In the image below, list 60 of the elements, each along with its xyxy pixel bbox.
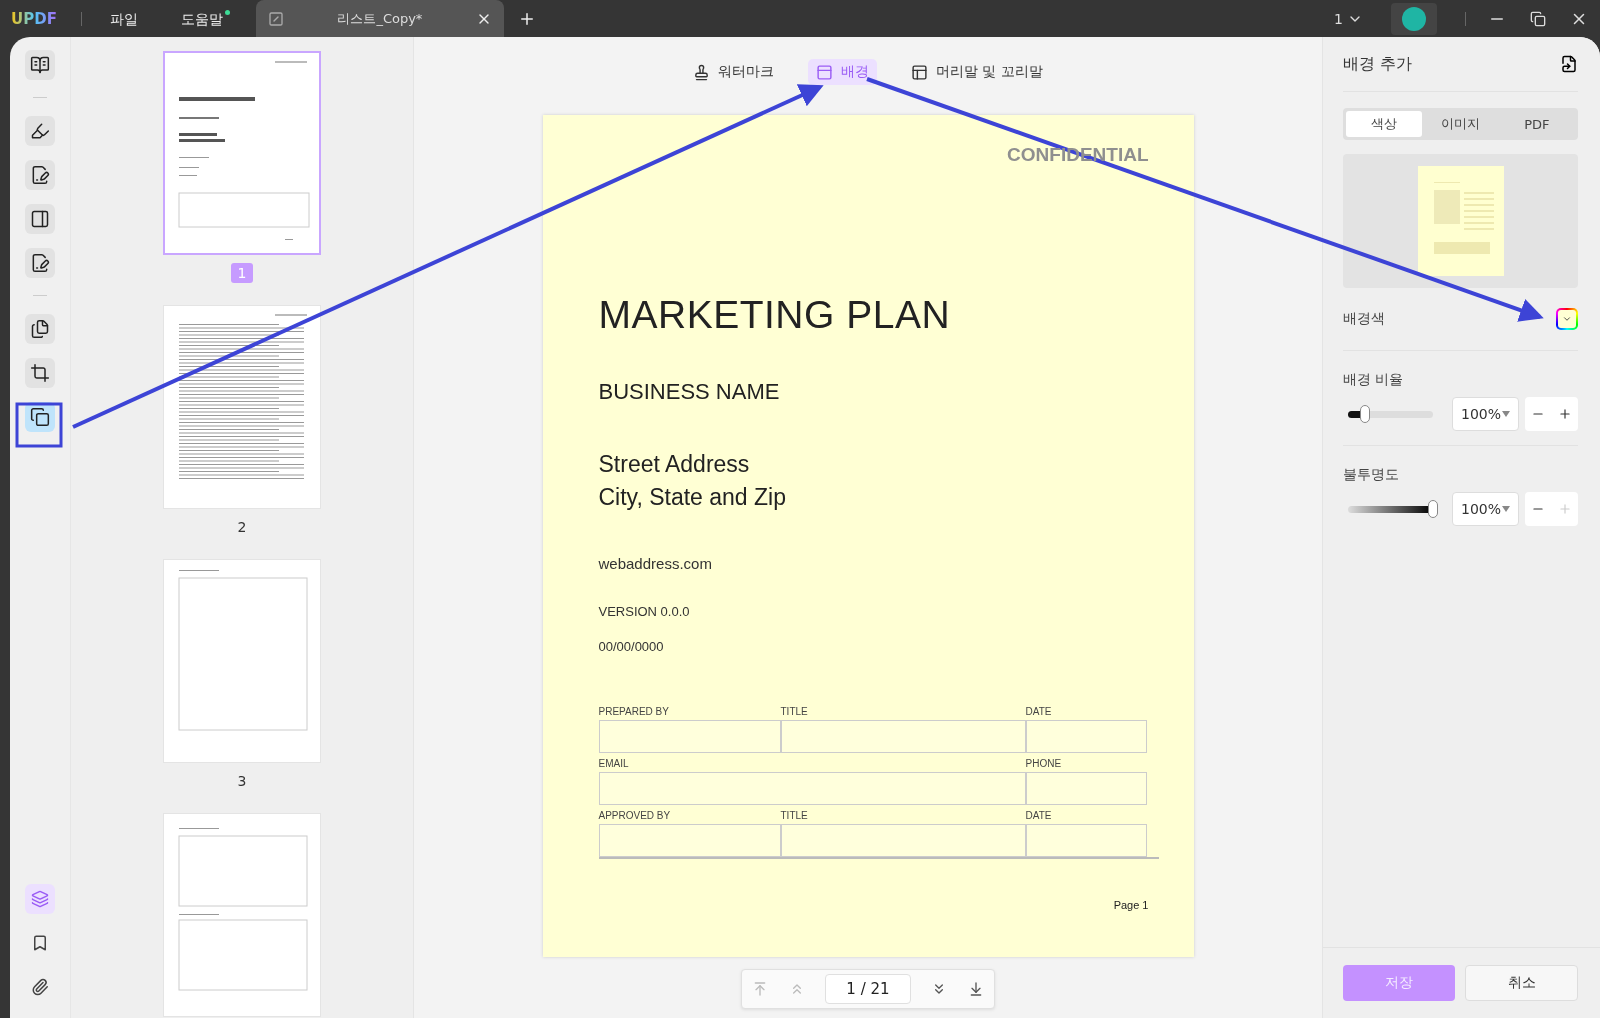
menu-item[interactable]: 파일 (109, 8, 145, 29)
document-title: MARKETING PLAN (598, 293, 952, 337)
color-picker[interactable] (1556, 308, 1578, 330)
form-label: PHONE (1025, 758, 1063, 771)
date-text: 00/00/0000 (598, 639, 665, 654)
form-label: DATE (1025, 810, 1053, 823)
web-address: webaddress.com (598, 555, 713, 572)
tab-title: 리스트_Copy* (336, 9, 424, 28)
form-label: PREPARED BY (598, 706, 670, 719)
highlighter-icon[interactable] (25, 116, 55, 146)
file-icon[interactable] (1560, 55, 1578, 73)
plus-button[interactable] (1557, 407, 1572, 421)
plus-icon (1557, 502, 1572, 516)
unsynced-icon (267, 10, 284, 27)
page-footer: Page 1 (1113, 899, 1149, 911)
color-label: 배경색 (1343, 310, 1385, 328)
book-icon[interactable] (25, 50, 55, 80)
toolbar-button[interactable]: 머리말 및 꼬리말 (903, 59, 1051, 85)
segment-tab[interactable]: 이미지 (1422, 111, 1499, 137)
highlight-frame (15, 402, 63, 448)
page-number: 3 (236, 772, 248, 791)
stacked-pages-icon[interactable] (25, 402, 55, 432)
dropdown-triangle-icon (1502, 411, 1511, 417)
panel-icon[interactable] (25, 204, 55, 234)
restore-icon[interactable] (1530, 10, 1546, 27)
avatar-button[interactable] (1391, 2, 1437, 35)
plus-icon (1557, 407, 1572, 421)
address-line: City, State and Zip (598, 484, 787, 511)
dropdown-triangle-icon (1502, 506, 1511, 512)
page-number: 2 (236, 518, 248, 537)
document-tab[interactable]: 리스트_Copy* (255, 0, 504, 37)
form-label: APPROVED BY (598, 810, 672, 823)
form-label: EMAIL (598, 758, 630, 771)
crop-icon[interactable] (25, 358, 55, 388)
page-number: 1 (231, 263, 253, 283)
stamp-icon (693, 63, 711, 81)
address-line: Street Address (598, 451, 751, 478)
form-label: TITLE (780, 810, 809, 823)
signature-icon[interactable] (25, 248, 55, 278)
opacity-label: 불투명도 (1343, 466, 1400, 484)
cancel-button[interactable]: 취소 (1465, 965, 1578, 1001)
page-field[interactable]: 1 / 21 (824, 974, 911, 1004)
toolbar-button[interactable]: 워터마크 (685, 59, 783, 85)
pages-icon[interactable] (25, 314, 55, 344)
layers-icon[interactable] (25, 884, 55, 914)
percent-select[interactable]: 100% (1452, 397, 1520, 431)
version-text: VERSION 0.0.0 (598, 604, 691, 619)
page-pen-icon[interactable] (25, 160, 55, 190)
menu-item[interactable]: 도움말 (180, 8, 230, 29)
ratio-label: 배경 비율 (1343, 371, 1405, 389)
segment-tab[interactable]: 색상 (1346, 111, 1423, 137)
form-label: TITLE (780, 706, 809, 719)
form-label: DATE (1025, 706, 1053, 719)
business-name: BUSINESS NAME (598, 379, 781, 405)
panel-title: 배경 추가 (1343, 53, 1413, 75)
segment-tab[interactable]: PDF (1498, 111, 1575, 137)
chevron-down-icon (1562, 314, 1572, 324)
page-thumbnail[interactable] (163, 51, 321, 255)
account-switcher[interactable]: 1 (1334, 10, 1363, 27)
percent-select[interactable]: 100% (1452, 492, 1520, 526)
